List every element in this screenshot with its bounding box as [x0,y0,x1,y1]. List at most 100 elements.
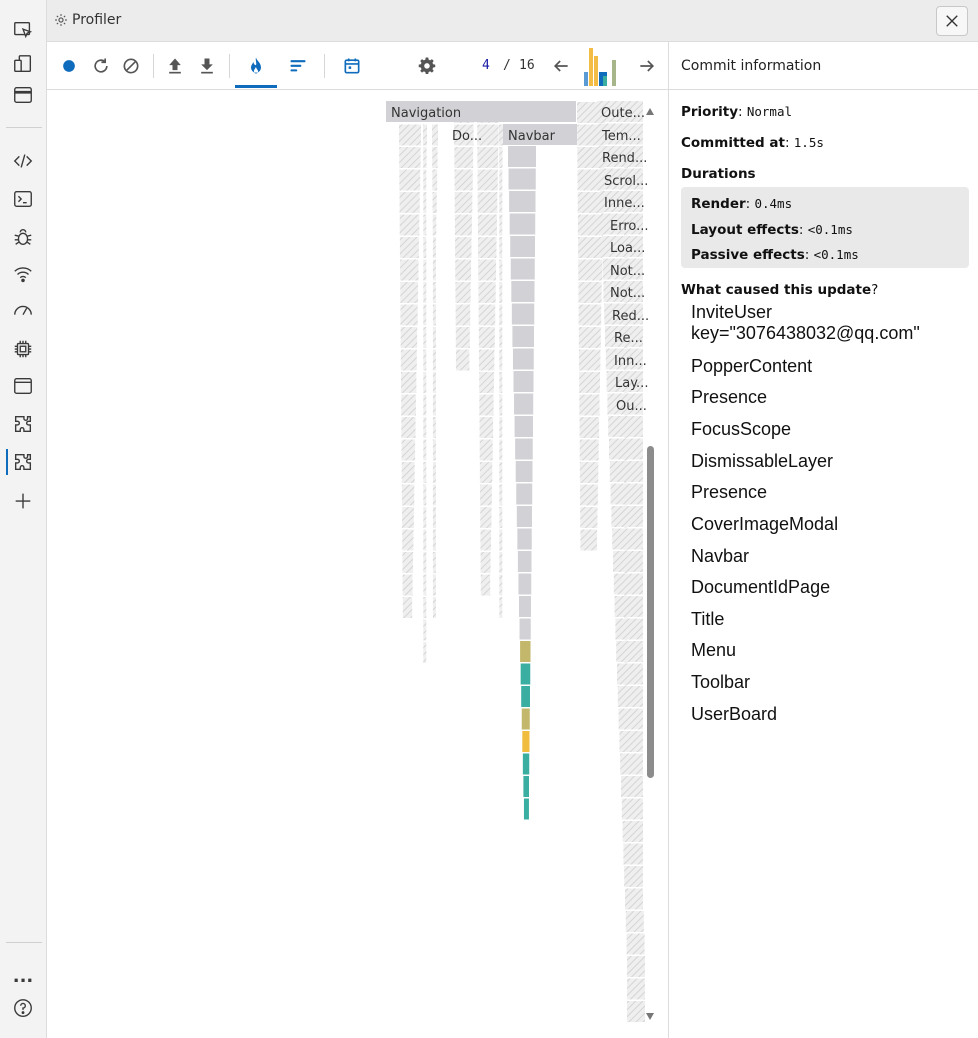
flame-node-hatched[interactable] [479,462,493,483]
flame-node[interactable] [518,573,532,595]
flame-node-hatched[interactable] [399,192,420,213]
flame-node-hatched[interactable] [432,237,436,258]
flame-node-hatched[interactable] [423,147,427,168]
reload-and-profile-button[interactable] [89,54,113,78]
flame-node-hatched[interactable] [614,596,643,617]
cause-item[interactable]: Presence [691,387,767,408]
flame-node-hatched[interactable] [401,417,416,438]
flame-node-hatched[interactable] [455,349,470,371]
flame-node-hatched[interactable] [400,259,419,281]
flame-node-hatched[interactable] [399,169,421,191]
cause-item[interactable]: DocumentIdPage [691,577,830,598]
flame-node-hatched[interactable] [455,327,470,348]
device-emulation-icon[interactable] [9,50,37,78]
tab-flamegraph[interactable] [244,54,268,78]
flame-node-hatched[interactable] [499,439,503,461]
flame-node-hatched[interactable] [499,417,503,438]
flame-node-hatched[interactable] [423,259,427,281]
flame-node-hatched[interactable] [480,552,491,573]
flame-node-hatched[interactable] [423,192,427,213]
flame-node-hatched[interactable] [399,124,421,146]
previous-commit-button[interactable] [549,54,573,78]
flame-node-hatched[interactable] [480,574,491,596]
cause-item[interactable]: InviteUser key="3076438032@qq.com" [691,302,920,344]
flame-node-hatched[interactable] [499,282,503,303]
flame-node-hatched[interactable] [621,776,643,797]
flame-node-hatched[interactable] [432,169,438,191]
cause-item[interactable]: CoverImageModal [691,514,838,535]
console-icon[interactable] [9,185,37,213]
flame-node-hatched[interactable] [399,237,419,258]
flame-node[interactable] [509,213,536,235]
flame-node-hatched[interactable] [432,552,436,573]
flame-node-hatched[interactable] [499,484,503,506]
flame-node-hatched[interactable] [432,484,436,506]
flame-node-hatched[interactable] [432,304,436,326]
flame-node-hatched[interactable] [402,597,413,618]
flame-node-hatched[interactable] [578,282,602,303]
application-icon[interactable] [9,372,37,400]
flame-node[interactable] [519,618,531,640]
flame-node-hatched[interactable] [432,394,436,416]
flame-node-hatched[interactable] [423,394,427,416]
flame-node[interactable] [514,416,533,437]
flame-node-hatched[interactable] [499,372,503,393]
flame-node-hatched[interactable] [499,529,503,551]
flame-node-hatched[interactable] [423,574,427,596]
scroll-up-arrow[interactable] [646,108,654,115]
flame-node[interactable] [517,528,532,550]
performance-icon[interactable] [9,297,37,325]
flame-node-hatched[interactable] [432,372,436,393]
flame-node-hatched[interactable] [613,573,643,595]
flame-node-hatched[interactable] [432,192,437,213]
flame-node-hatched[interactable] [454,214,472,236]
flame-node-hatched[interactable] [478,304,496,326]
flame-node[interactable] [517,551,532,572]
flame-node-hatched[interactable] [432,507,436,528]
flame-node[interactable] [521,686,530,707]
flame-node-hatched[interactable] [619,731,643,752]
inspect-icon[interactable] [9,16,37,44]
flame-node[interactable] [522,753,530,775]
flame-node[interactable] [516,506,532,527]
flame-node-hatched[interactable] [499,214,503,236]
more-tools-icon[interactable]: ... [9,962,37,990]
flame-node-hatched[interactable] [478,349,495,371]
flame-node-hatched[interactable] [499,147,503,168]
commit-bar[interactable] [589,48,593,86]
commit-bar[interactable] [584,72,588,86]
flame-node-hatched[interactable] [423,282,427,303]
flame-node[interactable] [519,596,531,617]
flame-node[interactable] [512,348,534,370]
flame-node-hatched[interactable] [400,304,418,326]
flame-node[interactable] [509,191,536,212]
flame-node-hatched[interactable] [423,439,427,461]
cause-item[interactable]: Toolbar [691,672,750,693]
flame-node-hatched[interactable] [579,439,599,461]
flame-node-hatched[interactable] [578,304,602,326]
flame-node[interactable] [511,303,535,325]
cause-item[interactable]: Menu [691,640,736,661]
flame-node-hatched[interactable] [423,349,427,371]
flame-node-hatched[interactable] [478,259,497,281]
flame-node-hatched[interactable] [478,237,497,258]
flame-node-hatched[interactable] [402,574,413,596]
flame-node-hatched[interactable] [499,462,503,483]
flame-node-hatched[interactable] [423,304,427,326]
flame-node-hatched[interactable] [400,327,418,348]
flame-node-hatched[interactable] [423,372,427,393]
scroll-down-arrow[interactable] [646,1013,654,1020]
flame-node-hatched[interactable] [608,416,643,437]
cause-item[interactable]: DismissableLayer [691,451,833,472]
flame-node-hatched[interactable] [499,327,503,348]
flame-node-hatched[interactable] [480,484,492,506]
flame-node-hatched[interactable] [401,394,416,416]
flame-node-hatched[interactable] [577,192,604,213]
flame-node-hatched[interactable] [613,551,643,572]
commit-bar[interactable] [612,60,616,86]
flame-node-hatched[interactable] [478,327,495,348]
react-components-icon[interactable] [9,410,37,438]
flame-node[interactable] [520,641,531,662]
react-profiler-icon[interactable] [9,448,37,476]
flame-node-hatched[interactable] [455,259,472,281]
